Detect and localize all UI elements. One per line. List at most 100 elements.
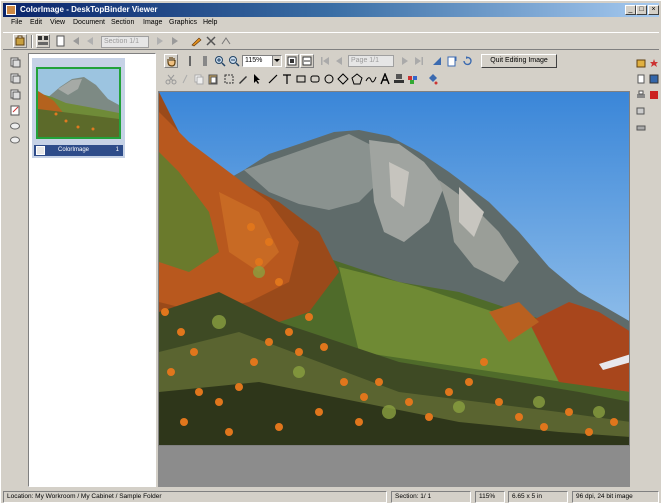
page-view-button[interactable] <box>53 34 67 48</box>
app-icon[interactable] <box>6 5 16 15</box>
font-button[interactable] <box>378 72 392 86</box>
text-icon <box>283 74 291 84</box>
rectangle-tool-button[interactable] <box>294 72 308 86</box>
hand-tool-button[interactable] <box>164 54 178 68</box>
rotate-180-button[interactable] <box>460 54 474 68</box>
polygon-tool-button[interactable] <box>350 72 364 86</box>
select-rect-button[interactable] <box>222 72 236 86</box>
image-viewer: 115% Page 1/1 Quit Editing Image <box>158 53 632 487</box>
diamond-tool-button[interactable] <box>336 72 350 86</box>
left-tool-1[interactable] <box>8 55 22 69</box>
quit-editing-button[interactable]: Quit Editing Image <box>481 54 557 68</box>
ellipse-tool-button[interactable] <box>322 72 336 86</box>
font-icon <box>380 72 390 85</box>
menu-graphics[interactable]: Graphics <box>169 19 197 26</box>
thumbnails-icon <box>38 36 48 45</box>
rotate-right-button[interactable] <box>445 54 459 68</box>
left-tool-4[interactable] <box>8 103 22 117</box>
slash-icon <box>182 74 188 84</box>
image-canvas[interactable] <box>158 91 630 446</box>
zoom-value: 115% <box>245 57 263 64</box>
thumbnail-photo <box>38 69 119 137</box>
fit-height-button[interactable] <box>183 54 197 68</box>
rounded-rect-tool-button[interactable] <box>308 72 322 86</box>
actual-size-button[interactable] <box>300 54 314 68</box>
close-button[interactable]: × <box>648 5 659 15</box>
menu-help[interactable]: Help <box>203 19 217 26</box>
paste-button[interactable] <box>206 72 220 86</box>
next-section-button[interactable] <box>153 34 167 48</box>
right-tool-6[interactable] <box>648 89 659 101</box>
pencil-button[interactable] <box>236 72 250 86</box>
menu-view[interactable]: View <box>50 19 65 26</box>
stamp-button[interactable] <box>392 72 406 86</box>
image-icon <box>649 74 659 84</box>
pen-button[interactable] <box>189 34 203 48</box>
zoom-out-button[interactable] <box>227 54 241 68</box>
thumbnail-view-button[interactable] <box>36 34 50 48</box>
copy-button[interactable] <box>192 72 206 86</box>
status-size: 6.65 x 5 in <box>508 491 568 503</box>
last-page-button[interactable] <box>412 54 426 68</box>
cut-button[interactable] <box>164 72 178 86</box>
thumbnail-count: 1 <box>115 147 119 153</box>
zoom-select[interactable]: 115% <box>242 55 282 67</box>
line-tool-button[interactable] <box>266 72 280 86</box>
section-field[interactable]: Section 1/1 <box>101 36 149 48</box>
menu-edit[interactable]: Edit <box>30 19 42 26</box>
maximize-button[interactable]: □ <box>636 5 647 15</box>
left-tool-5[interactable] <box>8 119 22 133</box>
open-cabinet-button[interactable] <box>13 34 27 48</box>
doc-icon <box>637 74 645 84</box>
minimize-button[interactable]: _ <box>625 5 636 15</box>
thumbnail-card[interactable]: ColorImage 1 <box>32 58 125 158</box>
scanner-icon <box>636 125 646 131</box>
slash-tool-button[interactable] <box>178 72 192 86</box>
right-tool-4[interactable] <box>648 73 659 85</box>
ellipse-icon <box>324 74 334 84</box>
menu-document[interactable]: Document <box>73 19 105 26</box>
bar-icon <box>203 56 207 66</box>
tools-button[interactable] <box>204 34 218 48</box>
next-page-button[interactable] <box>398 54 412 68</box>
left-tool-2[interactable] <box>8 71 22 85</box>
status-resolution: 96 dpi, 24 bit image <box>572 491 659 503</box>
menu-section[interactable]: Section <box>111 19 134 26</box>
left-tool-3[interactable] <box>8 87 22 101</box>
section-prev-button[interactable] <box>83 34 97 48</box>
status-section: Section: 1/ 1 <box>391 491 471 503</box>
landscape-photo <box>159 92 629 445</box>
app-window: ColorImage - DeskTopBinder Viewer _ □ × … <box>0 0 662 504</box>
text-tool-button[interactable] <box>280 72 294 86</box>
page-field[interactable]: Page 1/1 <box>348 55 394 67</box>
right-tool-1[interactable] <box>635 57 646 69</box>
zoom-in-icon <box>215 56 226 67</box>
compare-button[interactable] <box>219 34 233 48</box>
right-tool-8[interactable] <box>635 121 646 133</box>
first-page-button[interactable] <box>318 54 332 68</box>
menu-file[interactable]: File <box>11 19 22 26</box>
right-tool-7[interactable] <box>635 105 646 117</box>
right-tool-3[interactable] <box>635 73 646 85</box>
zoom-in-button[interactable] <box>213 54 227 68</box>
fit-page-button[interactable] <box>285 54 299 68</box>
doc-stack-icon <box>10 89 21 100</box>
color-fill-button[interactable] <box>426 72 440 86</box>
arrow-left-icon <box>73 37 79 45</box>
freehand-tool-button[interactable] <box>364 72 378 86</box>
zoom-out-icon <box>229 56 240 67</box>
fit-width-button[interactable] <box>198 54 212 68</box>
last-section-button[interactable] <box>168 34 182 48</box>
menu-image[interactable]: Image <box>143 19 162 26</box>
rotate-left-button[interactable] <box>430 54 444 68</box>
palette-button[interactable] <box>406 72 420 86</box>
window-title: ColorImage - DeskTopBinder Viewer <box>20 5 158 14</box>
chevron-down-icon[interactable] <box>272 56 281 66</box>
previous-page-button[interactable] <box>332 54 346 68</box>
previous-section-button[interactable] <box>69 34 83 48</box>
right-tool-5[interactable] <box>635 89 646 101</box>
pointer-button[interactable] <box>250 72 264 86</box>
right-tool-2[interactable] <box>648 57 659 69</box>
left-tool-6[interactable] <box>8 133 22 147</box>
thumbnail-image[interactable] <box>36 67 121 139</box>
